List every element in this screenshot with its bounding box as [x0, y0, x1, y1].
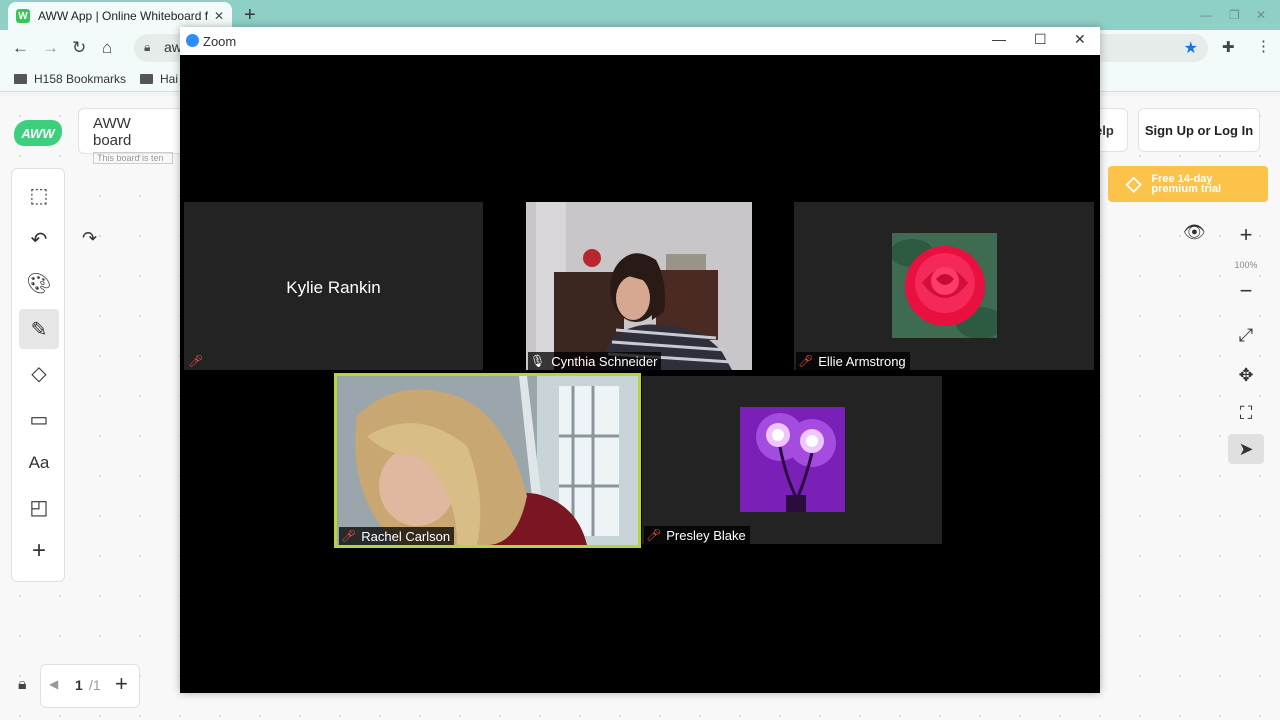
muted-mic-icon: 🎤︎ — [341, 529, 357, 543]
muted-mic-icon: 🎤︎ — [188, 354, 204, 368]
prev-page-icon[interactable]: ◀ — [49, 677, 58, 691]
bookmark-star-icon[interactable]: ★ — [1184, 38, 1198, 58]
pointer-icon[interactable]: ➤ — [1228, 434, 1264, 464]
zoom-window: Zoom — ☐ ✕ Kylie Rankin 🎤︎ 🎙︎ Cynthia Sc… — [180, 27, 1100, 693]
participant-video — [526, 202, 752, 370]
participant-video — [337, 376, 638, 545]
zoom-level: 100% — [1234, 260, 1258, 270]
participant-label: 🎤︎ Presley Blake — [644, 526, 750, 544]
lock-icon: 🔒︎ — [144, 40, 151, 54]
extensions-icon[interactable]: ✚ — [1222, 38, 1235, 56]
participant-tile[interactable]: 🎤︎ Presley Blake — [642, 376, 942, 544]
add-page-icon[interactable]: + — [115, 671, 128, 697]
browser-tab[interactable]: W AWW App | Online Whiteboard f... ✕ — [8, 2, 232, 30]
lock-board-icon[interactable]: 🔒︎ — [18, 676, 27, 694]
diamond-icon: ◇ — [1126, 173, 1142, 195]
fit-to-screen-icon[interactable]: ⛶ — [1228, 398, 1264, 428]
purple-roses-avatar-image — [740, 407, 845, 512]
eraser-icon[interactable]: ◇ — [19, 353, 59, 393]
undo-icon[interactable]: ↶ — [19, 219, 59, 259]
participant-label: 🎤︎ Rachel Carlson — [339, 527, 455, 545]
page-navigator: ◀ 1 /1 + — [40, 664, 140, 708]
participant-name: Cynthia Schneider — [551, 353, 658, 369]
total-pages: /1 — [89, 677, 101, 693]
redo-icon[interactable]: ↷ — [82, 228, 97, 249]
add-icon[interactable]: + — [19, 531, 59, 571]
premium-line-2: premium trial — [1151, 183, 1222, 195]
mic-on-icon: 🎙︎ — [530, 354, 546, 368]
palette-icon[interactable]: 🎨︎ — [19, 263, 59, 303]
board-temp-notice: This board is ten — [93, 152, 173, 164]
new-tab-icon[interactable]: + — [244, 4, 256, 27]
text-tool-icon[interactable]: Aa — [19, 443, 59, 483]
eye-icon[interactable]: 👁︎ — [1183, 222, 1206, 243]
minimize-icon[interactable]: — — [1200, 8, 1212, 22]
menu-icon[interactable]: ⋮ — [1256, 37, 1271, 55]
board-name-box[interactable]: AWW board This board is ten — [78, 108, 188, 164]
zoom-window-title: Zoom — [203, 34, 237, 49]
zoom-minimize-icon[interactable]: — — [992, 31, 1006, 47]
participant-tile-active-speaker[interactable]: 🎤︎ Rachel Carlson — [334, 373, 641, 548]
reload-icon[interactable]: ↻ — [72, 38, 86, 58]
rectangle-icon[interactable]: ▭ — [19, 399, 59, 439]
participant-tile[interactable]: 🎤︎ Ellie Armstrong — [794, 202, 1094, 370]
sticky-note-icon[interactable]: ◰ — [19, 487, 59, 527]
close-window-icon[interactable]: ✕ — [1256, 8, 1266, 22]
zoom-close-icon[interactable]: ✕ — [1074, 31, 1086, 48]
tab-title: AWW App | Online Whiteboard f... — [38, 9, 208, 23]
restore-icon[interactable]: ❐ — [1229, 8, 1240, 22]
participant-name-center: Kylie Rankin — [286, 278, 381, 297]
zoom-maximize-icon[interactable]: ☐ — [1034, 31, 1047, 48]
participant-name: Rachel Carlson — [361, 528, 451, 544]
premium-trial-button[interactable]: ◇ Free 14-day premium trial — [1108, 166, 1268, 202]
zoom-title-bar: Zoom — ☐ ✕ — [180, 27, 1100, 55]
participant-label: 🎤︎ — [186, 352, 212, 370]
move-icon[interactable]: ✥ — [1228, 360, 1264, 390]
participant-name: Presley Blake — [666, 527, 746, 543]
bookmark-label: Hai — [160, 72, 179, 86]
select-tool-icon[interactable]: ⬚ — [19, 175, 59, 215]
participant-name: Ellie Armstrong — [818, 353, 906, 369]
bookmark-folder[interactable]: Hai — [140, 72, 178, 86]
rose-avatar-image — [892, 233, 997, 338]
participant-tile[interactable]: 🎙︎ Cynthia Schneider — [526, 202, 752, 370]
participant-label: 🎤︎ Ellie Armstrong — [796, 352, 910, 370]
forward-icon[interactable]: → — [42, 38, 59, 58]
participant-tile[interactable]: Kylie Rankin 🎤︎ — [184, 202, 483, 370]
home-icon[interactable]: ⌂ — [102, 38, 112, 58]
muted-mic-icon: 🎤︎ — [798, 354, 814, 368]
zoom-logo-icon — [186, 34, 199, 47]
folder-icon — [140, 74, 153, 84]
participant-label: 🎙︎ Cynthia Schneider — [528, 352, 662, 370]
aww-logo[interactable]: AWW — [14, 120, 62, 146]
fullscreen-icon[interactable]: ⤢ — [1228, 320, 1264, 350]
aww-favicon-icon: W — [16, 9, 30, 23]
folder-icon — [14, 74, 27, 84]
left-toolbar: ⬚ ↶ 🎨︎ ✎ ◇ ▭ Aa ◰ + — [11, 168, 65, 582]
board-name: AWW board — [93, 115, 132, 149]
current-page: 1 — [75, 677, 83, 693]
right-toolbar: + 100% − ⤢ ✥ ⛶ ➤ — [1228, 220, 1264, 468]
signup-login-button[interactable]: Sign Up or Log In — [1138, 108, 1260, 152]
muted-mic-icon: 🎤︎ — [646, 528, 662, 542]
browser-tab-bar: W AWW App | Online Whiteboard f... ✕ + —… — [0, 0, 1280, 30]
zoom-in-icon[interactable]: + — [1228, 220, 1264, 250]
pen-icon[interactable]: ✎ — [19, 309, 59, 349]
zoom-out-icon[interactable]: − — [1228, 276, 1264, 306]
close-tab-icon[interactable]: ✕ — [214, 9, 224, 23]
back-icon[interactable]: ← — [12, 38, 29, 58]
bookmark-folder[interactable]: H158 Bookmarks — [14, 72, 126, 86]
bookmark-label: H158 Bookmarks — [34, 72, 127, 86]
